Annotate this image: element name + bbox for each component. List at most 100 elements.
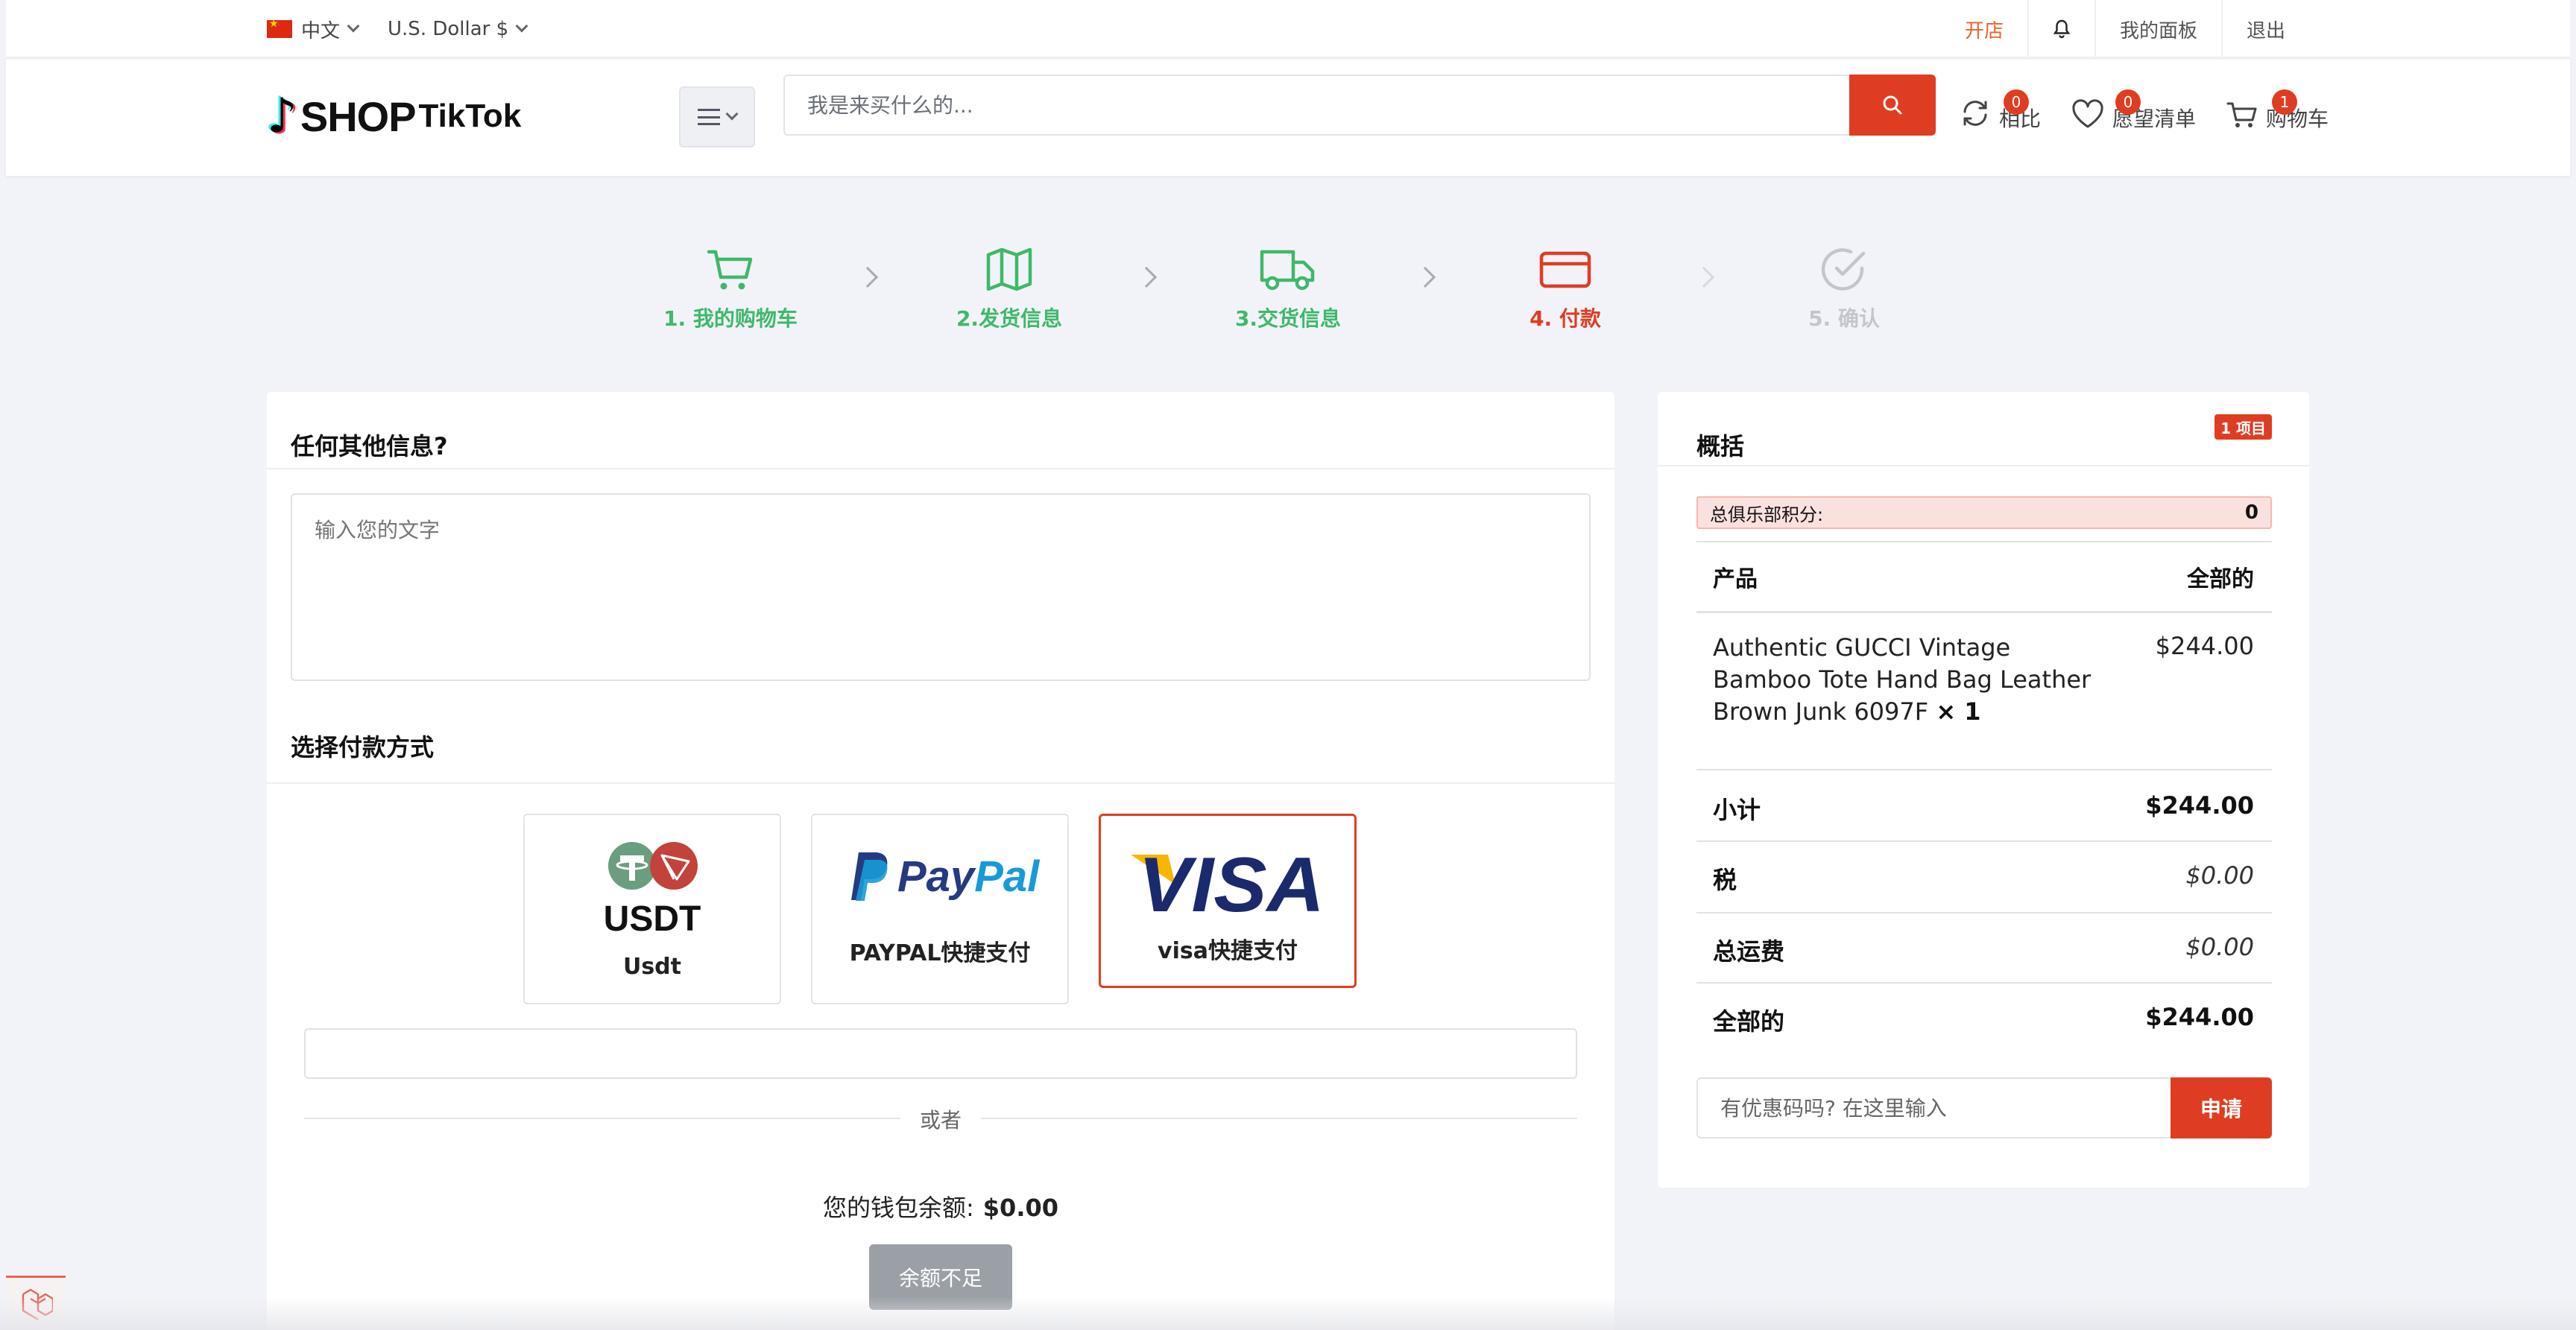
divider	[267, 782, 1614, 784]
cart-count-badge: 1	[2272, 89, 2298, 115]
search-bar	[783, 75, 1936, 136]
chevron-down-icon	[347, 19, 360, 33]
step-delivery[interactable]: 3.交货信息	[1199, 246, 1377, 332]
step-cart[interactable]: 1. 我的购物车	[641, 246, 820, 332]
payment-option-visa[interactable]: VISA visa快捷支付	[1099, 814, 1357, 988]
step-chevron-icon	[856, 266, 879, 288]
club-points-label: 总俱乐部积分:	[1710, 504, 1824, 525]
tax-value: $0.00	[2185, 861, 2254, 890]
wishlist-button[interactable]: 0 愿望清单	[2071, 89, 2196, 131]
visa-logo-text: VISA	[1138, 847, 1325, 919]
usdt-logo-text: USDT	[603, 899, 701, 939]
wishlist-count-badge: 0	[2115, 89, 2141, 115]
paypal-logo: PayPal	[848, 849, 1039, 903]
dashboard-link[interactable]: 我的面板	[2094, 0, 2221, 58]
table-line	[1696, 769, 2272, 770]
chevron-down-icon	[515, 19, 528, 33]
bell-icon	[2053, 19, 2071, 39]
divider	[267, 468, 1614, 469]
wallet-balance: 您的钱包余额: $0.00	[267, 1189, 1614, 1223]
compare-count-badge: 0	[2004, 89, 2029, 115]
cart-icon	[707, 250, 753, 290]
tiktok-note-icon: ♪	[267, 89, 297, 144]
step-confirm[interactable]: 5. 确认	[1755, 246, 1933, 332]
china-flag-icon	[267, 18, 292, 38]
payment-option-label: visa快捷支付	[1158, 938, 1298, 964]
step-label: 4. 付款	[1530, 306, 1601, 331]
step-shipping[interactable]: 2.发货信息	[920, 246, 1099, 332]
step-label: 1. 我的购物车	[663, 306, 798, 331]
apply-coupon-button[interactable]: 申请	[2171, 1077, 2272, 1139]
step-payment[interactable]: 4. 付款	[1476, 246, 1655, 332]
product-qty: × 1	[1936, 697, 1981, 726]
heart-icon	[2072, 99, 2103, 128]
payment-details-field[interactable]	[304, 1028, 1577, 1079]
search-input[interactable]	[783, 75, 1849, 136]
usdt-tron-logo-icon	[608, 842, 698, 890]
main-header: ♪ SHOP TikTok 0 相比 0 愿望清单 1 购物车	[6, 60, 2570, 176]
product-name[interactable]: Authentic GUCCI Vintage Bamboo Tote Hand…	[1713, 633, 2091, 726]
step-chevron-icon	[1135, 266, 1158, 288]
logo-tiktok-text: TikTok	[418, 98, 522, 134]
search-icon	[1883, 95, 1902, 115]
paypal-pay-text: Pay	[897, 852, 975, 901]
club-points-row: 总俱乐部积分: 0	[1696, 496, 2272, 529]
wallet-label: 您的钱包余额:	[822, 1194, 974, 1222]
debugbar-laravel-icon[interactable]	[6, 1276, 66, 1330]
table-line	[1696, 982, 2272, 984]
coupon-input[interactable]	[1696, 1077, 2171, 1139]
chevron-down-icon	[725, 107, 739, 121]
product-price: $244.00	[2155, 632, 2254, 660]
open-shop-link[interactable]: 开店	[1941, 0, 2027, 58]
compare-button[interactable]: 0 相比	[1959, 89, 2041, 131]
cart-button[interactable]: 1 购物车	[2226, 89, 2329, 131]
col-total-header: 全部的	[2187, 566, 2254, 592]
table-line	[1696, 611, 2272, 613]
step-label: 5. 确认	[1808, 306, 1880, 331]
map-icon	[986, 247, 1032, 291]
step-chevron-icon	[1693, 266, 1715, 288]
total-label: 全部的	[1713, 1007, 1785, 1036]
notifications-button[interactable]	[2027, 0, 2094, 58]
step-chevron-icon	[1414, 266, 1436, 288]
cart-icon	[2226, 102, 2257, 127]
paypal-pal-text: Pal	[974, 852, 1040, 901]
or-text: 或者	[919, 1108, 962, 1133]
top-bar: 中文 U.S. Dollar $ 开店 我的面板 退出	[6, 0, 2570, 58]
step-label: 2.发货信息	[956, 306, 1063, 331]
items-count-badge: 1 项目	[2214, 414, 2272, 440]
order-summary-card: 概括 1 项目 总俱乐部积分: 0 产品 全部的 Authentic GUCCI…	[1658, 392, 2309, 1188]
additional-info-textarea[interactable]	[291, 493, 1591, 681]
logo-shop-text: SHOP	[300, 92, 417, 140]
language-label: 中文	[301, 19, 341, 42]
additional-info-title: 任何其他信息?	[291, 432, 448, 460]
paypal-p-icon	[851, 852, 888, 901]
total-value: $244.00	[2145, 1003, 2254, 1031]
subtotal-value: $244.00	[2145, 791, 2254, 820]
refresh-compare-icon	[1963, 101, 1987, 126]
logout-link[interactable]: 退出	[2220, 0, 2309, 58]
payment-option-usdt[interactable]: USDT Usdt	[523, 814, 781, 1004]
laravel-logo-icon	[22, 1288, 53, 1321]
product-row: Authentic GUCCI Vintage Bamboo Tote Hand…	[1713, 632, 2115, 728]
tax-label: 税	[1713, 866, 1737, 894]
payment-method-title: 选择付款方式	[291, 733, 435, 761]
divider	[1658, 465, 2309, 466]
categories-menu-button[interactable]	[679, 86, 755, 148]
hamburger-icon	[698, 109, 720, 125]
club-points-value: 0	[2244, 501, 2258, 524]
site-logo[interactable]: ♪ SHOP TikTok	[267, 86, 521, 146]
step-label: 3.交货信息	[1234, 306, 1342, 331]
payment-option-paypal[interactable]: PayPal PAYPAL快捷支付	[811, 814, 1069, 1004]
currency-selector[interactable]: U.S. Dollar $	[388, 18, 528, 40]
shipping-label: 总运费	[1713, 937, 1785, 966]
payment-card: 任何其他信息? 选择付款方式 USDT Usdt PayPal PAYPAL快捷…	[267, 392, 1614, 1330]
table-line	[1696, 840, 2272, 842]
search-button[interactable]	[1849, 75, 1936, 136]
credit-card-icon	[1539, 251, 1591, 288]
language-selector[interactable]: 中文	[267, 16, 360, 43]
visa-logo-icon: VISA	[1131, 847, 1325, 919]
check-circle-icon	[1821, 248, 1866, 291]
summary-title: 概括	[1696, 432, 1745, 460]
insufficient-balance-button[interactable]: 余额不足	[869, 1244, 1012, 1310]
